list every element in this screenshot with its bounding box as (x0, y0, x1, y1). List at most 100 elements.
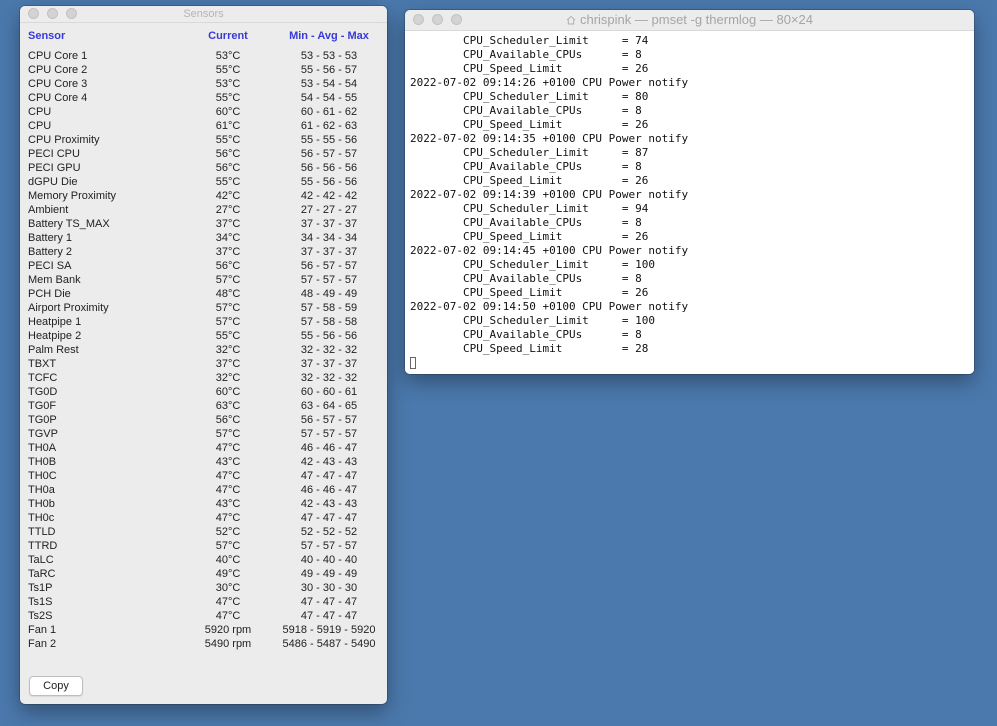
header-min-avg-max[interactable]: Min - Avg - Max (274, 30, 384, 42)
sensor-name: Battery 1 (28, 232, 73, 244)
sensor-name: TBXT (28, 358, 57, 370)
sensor-min-avg-max: 57 - 57 - 57 (300, 428, 358, 440)
terminal-line: CPU_Speed_Limit = 26 (410, 174, 649, 187)
table-row[interactable]: TH0C 47°C 47 - 47 - 47 (28, 469, 379, 483)
table-row[interactable]: TG0P 56°C 56 - 57 - 57 (28, 413, 379, 427)
table-row[interactable]: Battery TS_MAX 37°C 37 - 37 - 37 (28, 217, 379, 231)
sensor-name: PECI GPU (28, 162, 81, 174)
sensor-min-avg-max: 63 - 64 - 65 (300, 400, 358, 412)
sensor-min-avg-max: 47 - 47 - 47 (300, 512, 358, 524)
table-row[interactable]: TH0b 43°C 42 - 43 - 43 (28, 497, 379, 511)
sensor-min-avg-max: 61 - 62 - 63 (300, 120, 358, 132)
table-row[interactable]: Ts1P 30°C 30 - 30 - 30 (28, 581, 379, 595)
terminal-line: CPU_Available_CPUs = 8 (410, 216, 642, 229)
sensor-min-avg-max: 27 - 27 - 27 (300, 204, 358, 216)
table-row[interactable]: TG0D 60°C 60 - 60 - 61 (28, 385, 379, 399)
table-row[interactable]: TaRC 49°C 49 - 49 - 49 (28, 567, 379, 581)
table-row[interactable]: Ambient 27°C 27 - 27 - 27 (28, 203, 379, 217)
terminal-line: CPU_Available_CPUs = 8 (410, 328, 642, 341)
sensor-name: Palm Rest (28, 344, 79, 356)
table-row[interactable]: Palm Rest 32°C 32 - 32 - 32 (28, 343, 379, 357)
copy-button[interactable]: Copy (29, 676, 83, 696)
sensor-current: 56°C (215, 260, 241, 272)
sensor-current: 34°C (215, 232, 241, 244)
sensor-min-avg-max: 42 - 43 - 43 (300, 498, 358, 510)
sensor-current: 47°C (215, 610, 241, 622)
header-sensor[interactable]: Sensor (28, 30, 65, 42)
sensor-name: Heatpipe 1 (28, 316, 82, 328)
sensor-name: TH0B (28, 456, 57, 468)
sensor-table: CPU Core 1 53°C 53 - 53 - 53 CPU Core 2 55°C… (28, 49, 379, 651)
sensor-min-avg-max: 37 - 37 - 37 (300, 246, 358, 258)
sensor-min-avg-max: 47 - 47 - 47 (300, 470, 358, 482)
table-row[interactable]: TH0c 47°C 47 - 47 - 47 (28, 511, 379, 525)
table-row[interactable]: Ts1S 47°C 47 - 47 - 47 (28, 595, 379, 609)
table-row[interactable]: CPU Core 4 55°C 54 - 54 - 55 (28, 91, 379, 105)
table-row[interactable]: Ts2S 47°C 47 - 47 - 47 (28, 609, 379, 623)
sensor-name: TH0b (28, 498, 55, 510)
window-title: chrispink — pmset -g thermlog — 80×24 (579, 12, 814, 27)
table-row[interactable]: PECI GPU 56°C 56 - 56 - 56 (28, 161, 379, 175)
sensor-current: 47°C (215, 470, 241, 482)
table-row[interactable]: Heatpipe 1 57°C 57 - 58 - 58 (28, 315, 379, 329)
sensor-name: Battery 2 (28, 246, 73, 258)
prompt-line[interactable] (410, 356, 974, 370)
sensor-min-avg-max: 53 - 54 - 54 (300, 78, 358, 90)
table-row[interactable]: TH0A 47°C 46 - 46 - 47 (28, 441, 379, 455)
table-row[interactable]: TaLC 40°C 40 - 40 - 40 (28, 553, 379, 567)
table-row[interactable]: TBXT 37°C 37 - 37 - 37 (28, 357, 379, 371)
table-row[interactable]: CPU Core 1 53°C 53 - 53 - 53 (28, 49, 379, 63)
table-row[interactable]: TTRD 57°C 57 - 57 - 57 (28, 539, 379, 553)
table-row[interactable]: Fan 1 5920 rpm 5918 - 5919 - 5920 (28, 623, 379, 637)
table-row[interactable]: Heatpipe 2 55°C 55 - 56 - 56 (28, 329, 379, 343)
table-row[interactable]: dGPU Die 55°C 55 - 56 - 56 (28, 175, 379, 189)
terminal-window: chrispink — pmset -g thermlog — 80×24 CP… (405, 10, 974, 374)
sensor-name: Fan 2 (28, 638, 57, 650)
sensor-name: TaLC (28, 554, 54, 566)
header-current[interactable]: Current (192, 30, 264, 42)
sensor-name: TG0D (28, 386, 58, 398)
table-row[interactable]: TGVP 57°C 57 - 57 - 57 (28, 427, 379, 441)
sensor-name: PECI SA (28, 260, 72, 272)
table-row[interactable]: CPU Core 2 55°C 55 - 56 - 57 (28, 63, 379, 77)
table-row[interactable]: PECI SA 56°C 56 - 57 - 57 (28, 259, 379, 273)
sensor-current: 63°C (215, 400, 241, 412)
sensor-min-avg-max: 55 - 56 - 56 (300, 330, 358, 342)
table-row[interactable]: CPU 60°C 60 - 61 - 62 (28, 105, 379, 119)
table-row[interactable]: TCFC 32°C 32 - 32 - 32 (28, 371, 379, 385)
sensor-current: 27°C (215, 204, 241, 216)
sensor-current: 57°C (215, 428, 241, 440)
table-row[interactable]: Mem Bank 57°C 57 - 57 - 57 (28, 273, 379, 287)
sensor-min-avg-max: 53 - 53 - 53 (300, 50, 358, 62)
table-row[interactable]: Fan 2 5490 rpm 5486 - 5487 - 5490 (28, 637, 379, 651)
table-row[interactable]: PECI CPU 56°C 56 - 57 - 57 (28, 147, 379, 161)
table-row[interactable]: Memory Proximity 42°C 42 - 42 - 42 (28, 189, 379, 203)
table-row[interactable]: Airport Proximity 57°C 57 - 58 - 59 (28, 301, 379, 315)
sensor-min-avg-max: 57 - 58 - 59 (300, 302, 358, 314)
terminal-line: 2022-07-02 09:14:35 +0100 CPU Power noti… (410, 132, 689, 145)
terminal-output[interactable]: CPU_Scheduler_Limit = 74 CPU_Available_C… (405, 31, 974, 374)
sensor-current: 53°C (215, 78, 241, 90)
sensors-titlebar[interactable]: Sensors (20, 6, 387, 23)
table-row[interactable]: CPU Proximity 55°C 55 - 55 - 56 (28, 133, 379, 147)
sensor-current: 53°C (215, 50, 241, 62)
table-row[interactable]: TTLD 52°C 52 - 52 - 52 (28, 525, 379, 539)
sensor-current: 57°C (215, 316, 241, 328)
sensor-min-avg-max: 46 - 46 - 47 (300, 442, 358, 454)
table-row[interactable]: TH0a 47°C 46 - 46 - 47 (28, 483, 379, 497)
table-row[interactable]: Battery 2 37°C 37 - 37 - 37 (28, 245, 379, 259)
table-row[interactable]: Battery 1 34°C 34 - 34 - 34 (28, 231, 379, 245)
table-row[interactable]: PCH Die 48°C 48 - 49 - 49 (28, 287, 379, 301)
sensor-min-avg-max: 57 - 57 - 57 (300, 540, 358, 552)
sensor-min-avg-max: 56 - 57 - 57 (300, 148, 358, 160)
sensor-current: 47°C (215, 484, 241, 496)
table-row[interactable]: CPU Core 3 53°C 53 - 54 - 54 (28, 77, 379, 91)
terminal-titlebar[interactable]: chrispink — pmset -g thermlog — 80×24 (405, 10, 974, 31)
sensor-min-avg-max: 55 - 56 - 56 (300, 176, 358, 188)
terminal-line: 2022-07-02 09:14:26 +0100 CPU Power noti… (410, 76, 689, 89)
sensor-current: 56°C (215, 162, 241, 174)
table-row[interactable]: CPU 61°C 61 - 62 - 63 (28, 119, 379, 133)
terminal-line: CPU_Available_CPUs = 8 (410, 48, 642, 61)
table-row[interactable]: TG0F 63°C 63 - 64 - 65 (28, 399, 379, 413)
table-row[interactable]: TH0B 43°C 42 - 43 - 43 (28, 455, 379, 469)
